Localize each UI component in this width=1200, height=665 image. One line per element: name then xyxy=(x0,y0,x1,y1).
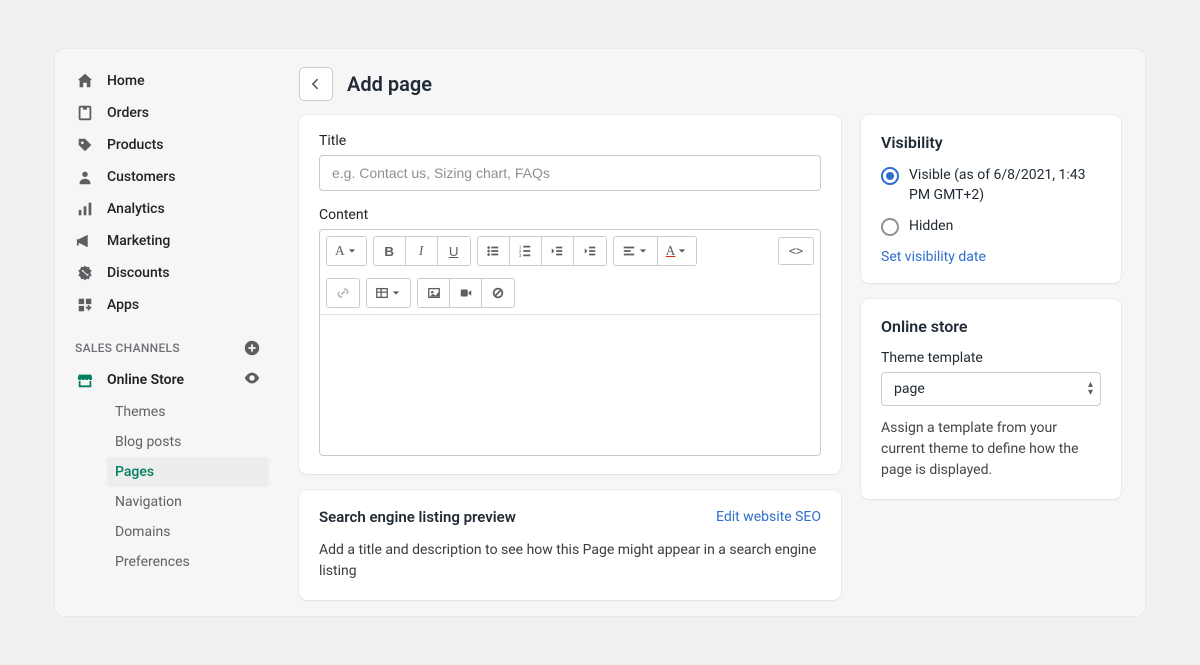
sidebar-item-products[interactable]: Products xyxy=(67,129,269,161)
discount-icon xyxy=(75,263,95,283)
numbered-list-button[interactable]: 123 xyxy=(510,237,542,265)
sales-channels-header: SALES CHANNELS xyxy=(67,339,269,363)
bullet-list-button[interactable] xyxy=(478,237,510,265)
sidebar-item-label: Apps xyxy=(107,297,139,313)
indent-button[interactable] xyxy=(574,237,606,265)
sidebar-item-label: Marketing xyxy=(107,233,170,249)
video-button[interactable] xyxy=(450,279,482,307)
page-header: Add page xyxy=(299,67,1121,101)
sidebar-item-label: Discounts xyxy=(107,265,170,281)
html-view-button[interactable]: <> xyxy=(778,237,814,265)
home-icon xyxy=(75,71,95,91)
online-store-title: Online store xyxy=(881,317,1101,336)
sidebar-item-marketing[interactable]: Marketing xyxy=(67,225,269,257)
store-icon xyxy=(75,370,95,390)
page-title: Add page xyxy=(347,72,432,96)
sidebar-item-home[interactable]: Home xyxy=(67,65,269,97)
visibility-option-visible[interactable]: Visible (as of 6/8/2021, 1:43 PM GMT+2) xyxy=(881,166,1101,205)
megaphone-icon xyxy=(75,231,95,251)
radio-icon xyxy=(881,218,899,236)
set-visibility-date-link[interactable]: Set visibility date xyxy=(881,249,986,265)
sidebar-item-discounts[interactable]: Discounts xyxy=(67,257,269,289)
content-label: Content xyxy=(319,207,821,223)
svg-text:3: 3 xyxy=(519,253,522,258)
bold-button[interactable]: B xyxy=(374,237,406,265)
editor-toolbar: A B I U 123 xyxy=(320,230,820,315)
subnav-domains[interactable]: Domains xyxy=(107,517,269,547)
edit-seo-link[interactable]: Edit website SEO xyxy=(716,509,821,525)
sales-channels-label: SALES CHANNELS xyxy=(75,341,180,355)
subnav-preferences[interactable]: Preferences xyxy=(107,547,269,577)
underline-button[interactable]: U xyxy=(438,237,470,265)
visibility-option-hidden[interactable]: Hidden xyxy=(881,217,1101,237)
sidebar-item-label: Orders xyxy=(107,105,149,121)
view-store-icon[interactable] xyxy=(243,369,261,391)
seo-card: Search engine listing preview Edit websi… xyxy=(299,490,841,600)
sidebar-item-label: Products xyxy=(107,137,164,153)
sidebar-item-label: Analytics xyxy=(107,201,165,217)
radio-icon xyxy=(881,167,899,185)
subnav-themes[interactable]: Themes xyxy=(107,397,269,427)
visibility-option-label: Hidden xyxy=(909,217,953,237)
align-dropdown[interactable] xyxy=(614,237,658,265)
visibility-card: Visibility Visible (as of 6/8/2021, 1:43… xyxy=(861,115,1121,283)
sidebar-item-online-store[interactable]: Online Store xyxy=(67,363,269,397)
sidebar-item-label: Home xyxy=(107,73,145,89)
sidebar-item-label: Customers xyxy=(107,169,175,185)
italic-button[interactable]: I xyxy=(406,237,438,265)
image-button[interactable] xyxy=(418,279,450,307)
format-paragraph-dropdown[interactable]: A xyxy=(327,237,366,265)
title-input[interactable] xyxy=(319,155,821,191)
sidebar-item-analytics[interactable]: Analytics xyxy=(67,193,269,225)
apps-icon xyxy=(75,295,95,315)
visibility-title: Visibility xyxy=(881,133,1101,152)
online-store-card: Online store Theme template page ▴▾ Assi… xyxy=(861,299,1121,499)
orders-icon xyxy=(75,103,95,123)
sidebar-item-apps[interactable]: Apps xyxy=(67,289,269,321)
back-button[interactable] xyxy=(299,67,333,101)
sidebar-item-label: Online Store xyxy=(107,372,184,388)
editor-content-area[interactable] xyxy=(320,315,820,455)
table-dropdown[interactable] xyxy=(367,279,410,307)
analytics-icon xyxy=(75,199,95,219)
template-label: Theme template xyxy=(881,350,1101,366)
sidebar: Home Orders Products Customers Analytics… xyxy=(55,49,275,616)
link-button[interactable] xyxy=(327,279,359,307)
app-frame: Home Orders Products Customers Analytics… xyxy=(54,48,1146,617)
template-helper-text: Assign a template from your current them… xyxy=(881,418,1101,481)
rich-text-editor: A B I U 123 xyxy=(319,229,821,456)
text-color-dropdown[interactable]: A xyxy=(658,237,697,265)
clear-formatting-button[interactable] xyxy=(482,279,514,307)
template-select-value: page xyxy=(881,372,1101,406)
sidebar-item-customers[interactable]: Customers xyxy=(67,161,269,193)
add-channel-icon[interactable] xyxy=(243,339,261,357)
sidebar-item-orders[interactable]: Orders xyxy=(67,97,269,129)
tag-icon xyxy=(75,135,95,155)
subnav-navigation[interactable]: Navigation xyxy=(107,487,269,517)
template-select[interactable]: page ▴▾ xyxy=(881,372,1101,406)
visibility-option-label: Visible (as of 6/8/2021, 1:43 PM GMT+2) xyxy=(909,166,1101,205)
subnav-blog-posts[interactable]: Blog posts xyxy=(107,427,269,457)
outdent-button[interactable] xyxy=(542,237,574,265)
person-icon xyxy=(75,167,95,187)
seo-description: Add a title and description to see how t… xyxy=(319,540,821,582)
seo-card-title: Search engine listing preview xyxy=(319,508,516,526)
subnav-pages[interactable]: Pages xyxy=(107,457,269,487)
page-content-card: Title Content A B xyxy=(299,115,841,474)
title-label: Title xyxy=(319,133,821,149)
